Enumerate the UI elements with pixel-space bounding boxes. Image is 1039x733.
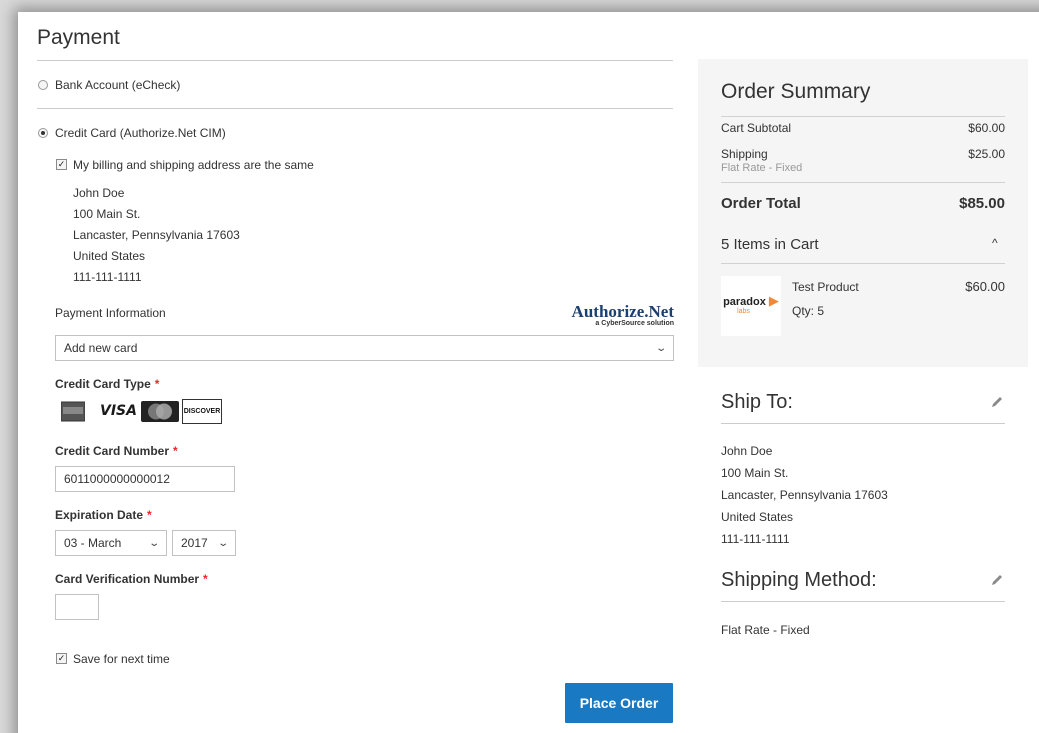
logo-sub: a CyberSource solution [595,320,674,327]
order-summary-title: Order Summary [721,80,871,103]
shipping-sub-label: Flat Rate - Fixed [721,162,803,174]
same-address-label[interactable]: My billing and shipping address are the … [73,158,314,172]
exp-year-value: 2017 [181,536,208,550]
required-mark: * [173,444,178,458]
cvv-input[interactable] [55,594,99,620]
cc-type-label: Credit Card Type * [55,377,160,391]
logo-main: Authorize.Net [571,302,674,321]
ship-country: United States [721,510,794,524]
ship-name: John Doe [721,444,773,458]
divider [37,108,673,109]
required-mark: * [203,572,208,586]
chevron-down-icon: ⌄ [147,537,160,549]
billing-city: Lancaster, Pennsylvania 17603 [73,228,240,242]
authorize-net-logo: Authorize.Net a CyberSource solution [562,303,674,328]
divider [37,60,673,61]
place-order-button[interactable]: Place Order [565,683,673,723]
same-address-checkbox[interactable]: ✓ [56,159,67,170]
exp-month-select[interactable]: 03 - March ⌄ [55,530,167,556]
edit-pencil-icon[interactable] [990,395,1004,409]
divider [721,263,1005,264]
ship-street: 100 Main St. [721,466,789,480]
product-name: Test Product [792,280,859,294]
product-thumbnail[interactable]: paradox ▶ labs [721,276,781,336]
subtotal-label: Cart Subtotal [721,121,792,135]
exp-date-label: Expiration Date * [55,508,152,522]
play-icon: ▶ [768,292,779,308]
required-mark: * [147,508,152,522]
chevron-up-icon[interactable]: ^ [992,236,998,250]
payment-info-label: Payment Information [55,306,166,320]
product-qty: Qty: 5 [792,304,825,318]
divider [721,182,1005,183]
shipping-value: $25.00 [968,147,1005,161]
saved-card-select[interactable]: Add new card ⌄ [55,335,674,361]
cvv-label: Card Verification Number * [55,572,208,586]
billing-street: 100 Main St. [73,207,141,221]
chevron-down-icon: ⌄ [654,342,667,354]
order-total-label: Order Total [721,195,801,212]
ship-city: Lancaster, Pennsylvania 17603 [721,488,888,502]
thumb-brand: paradox [723,295,766,308]
required-mark: * [154,377,160,391]
ship-to-title: Ship To: [721,391,793,413]
billing-country: United States [73,249,146,263]
saved-card-value: Add new card [64,341,138,355]
cc-number-input[interactable]: 6011000000000012 [55,466,235,492]
mastercard-icon [141,399,179,424]
divider [721,423,1005,424]
discover-icon: DISCOVER [182,399,222,424]
cc-number-label: Credit Card Number * [55,444,178,458]
amex-icon [60,399,86,424]
items-in-cart-toggle[interactable]: 5 Items in Cart [721,236,819,253]
exp-year-select[interactable]: 2017 ⌄ [172,530,236,556]
shipping-label: Shipping [721,147,768,161]
product-price: $60.00 [965,279,1005,294]
billing-name: John Doe [73,186,125,200]
radio-credit-card[interactable] [38,128,48,138]
save-card-checkbox[interactable]: ✓ [56,653,67,664]
billing-phone: 111-111-1111 [73,270,142,284]
ship-phone: 111-111-1111 [721,532,790,546]
save-card-label[interactable]: Save for next time [73,652,170,666]
chevron-down-icon: ⌄ [216,537,229,549]
subtotal-value: $60.00 [968,121,1005,135]
method-bank-label[interactable]: Bank Account (eCheck) [55,78,180,92]
order-total-value: $85.00 [959,195,1005,212]
edit-pencil-icon[interactable] [990,573,1004,587]
payment-title: Payment [37,26,120,49]
divider [721,116,1005,117]
exp-month-value: 03 - March [64,536,122,550]
thumb-sub: labs [737,307,750,315]
visa-icon: VISA [100,403,137,419]
shipping-method-value: Flat Rate - Fixed [721,623,810,637]
shipping-method-title: Shipping Method: [721,569,877,591]
radio-bank-account[interactable] [38,80,48,90]
divider [721,601,1005,602]
method-cc-label[interactable]: Credit Card (Authorize.Net CIM) [55,126,226,140]
